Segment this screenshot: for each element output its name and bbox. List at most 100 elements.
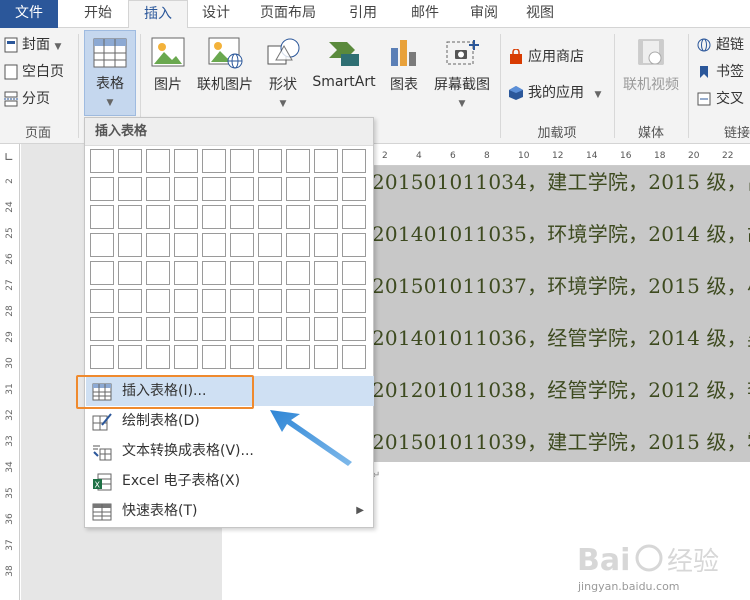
tab-0[interactable]: 文件	[0, 0, 58, 28]
bookmark-button[interactable]: 书签	[696, 61, 744, 83]
table-grid-cell[interactable]	[90, 317, 114, 341]
tab-2[interactable]: 插入	[128, 0, 188, 29]
table-grid-cell[interactable]	[146, 177, 170, 201]
app-store-button[interactable]: 应用商店	[508, 46, 584, 68]
table-grid-cell[interactable]	[286, 177, 310, 201]
table-grid-cell[interactable]	[174, 261, 198, 285]
table-grid-cell[interactable]	[286, 317, 310, 341]
tab-selector-icon[interactable]: ∟	[4, 150, 14, 164]
table-grid-cell[interactable]	[314, 177, 338, 201]
tab-8[interactable]: 视图	[514, 0, 566, 28]
table-grid-cell[interactable]	[202, 177, 226, 201]
online-picture-button[interactable]: 联机图片	[194, 36, 256, 94]
table-grid-cell[interactable]	[146, 205, 170, 229]
table-grid-cell[interactable]	[118, 233, 142, 257]
table-grid-cell[interactable]	[258, 317, 282, 341]
table-grid-cell[interactable]	[342, 233, 366, 257]
table-grid-cell[interactable]	[286, 205, 310, 229]
table-grid-cell[interactable]	[202, 345, 226, 369]
picture-button[interactable]: 图片	[146, 36, 190, 94]
table-grid-cell[interactable]	[258, 149, 282, 173]
table-grid-cell[interactable]	[230, 261, 254, 285]
table-grid-cell[interactable]	[118, 205, 142, 229]
table-grid-cell[interactable]	[146, 345, 170, 369]
tab-4[interactable]: 页面布局	[248, 0, 328, 28]
table-grid-cell[interactable]	[118, 149, 142, 173]
table-grid-cell[interactable]	[286, 233, 310, 257]
table-grid-cell[interactable]	[90, 233, 114, 257]
table-grid-cell[interactable]	[286, 345, 310, 369]
tab-5[interactable]: 引用	[334, 0, 392, 28]
table-grid-cell[interactable]	[90, 177, 114, 201]
tab-3[interactable]: 设计	[190, 0, 242, 28]
menu-item-excel-spreadsheet[interactable]: X Excel 电子表格(X)	[86, 466, 374, 496]
table-grid-cell[interactable]	[314, 345, 338, 369]
table-grid-cell[interactable]	[258, 177, 282, 201]
table-grid-cell[interactable]	[230, 177, 254, 201]
table-grid-cell[interactable]	[342, 149, 366, 173]
table-grid-cell[interactable]	[314, 205, 338, 229]
table-grid-cell[interactable]	[118, 177, 142, 201]
table-grid-cell[interactable]	[118, 289, 142, 313]
cross-reference-button[interactable]: 交叉	[696, 88, 744, 110]
table-grid-cell[interactable]	[174, 233, 198, 257]
table-grid-cell[interactable]	[286, 289, 310, 313]
table-grid-cell[interactable]	[230, 289, 254, 313]
table-grid-cell[interactable]	[230, 317, 254, 341]
table-grid-cell[interactable]	[90, 205, 114, 229]
table-grid-cell[interactable]	[202, 233, 226, 257]
table-grid-cell[interactable]	[314, 289, 338, 313]
table-grid-cell[interactable]	[342, 261, 366, 285]
table-grid-cell[interactable]	[314, 317, 338, 341]
tab-1[interactable]: 开始	[68, 0, 128, 28]
document-line[interactable]: 201501011037，环境学院，2015 级，小	[372, 270, 750, 299]
table-grid-cell[interactable]	[258, 289, 282, 313]
table-grid-cell[interactable]	[286, 149, 310, 173]
table-grid-cell[interactable]	[342, 205, 366, 229]
table-grid-cell[interactable]	[146, 149, 170, 173]
screenshot-button[interactable]: 屏幕截图 ▼	[428, 36, 496, 110]
table-grid-cell[interactable]	[174, 177, 198, 201]
table-grid-cell[interactable]	[202, 289, 226, 313]
shapes-button[interactable]: 形状 ▼	[260, 36, 306, 110]
online-video-button[interactable]: 联机视频	[618, 36, 684, 94]
table-grid-cell[interactable]	[258, 233, 282, 257]
table-grid-cell[interactable]	[314, 149, 338, 173]
my-apps-button[interactable]: 我的应用 ▼	[508, 82, 601, 104]
table-grid-cell[interactable]	[342, 289, 366, 313]
document-line[interactable]: 201501011034，建工学院，2015 级，吕	[372, 166, 750, 195]
table-grid-cell[interactable]	[118, 317, 142, 341]
tab-7[interactable]: 审阅	[458, 0, 510, 28]
chart-button[interactable]: 图表	[382, 36, 426, 94]
table-grid-cell[interactable]	[258, 345, 282, 369]
table-grid-cell[interactable]	[202, 205, 226, 229]
blank-page-button[interactable]: 空白页	[4, 61, 64, 83]
table-grid-cell[interactable]	[202, 149, 226, 173]
cover-page-button[interactable]: 封面 ▼	[4, 34, 61, 56]
table-size-grid[interactable]	[90, 149, 370, 373]
table-grid-cell[interactable]	[174, 149, 198, 173]
table-grid-cell[interactable]	[146, 233, 170, 257]
menu-item-quick-tables[interactable]: 快速表格(T) ▶	[86, 496, 374, 526]
table-grid-cell[interactable]	[314, 233, 338, 257]
table-grid-cell[interactable]	[174, 289, 198, 313]
table-grid-cell[interactable]	[90, 289, 114, 313]
table-grid-cell[interactable]	[118, 261, 142, 285]
table-grid-cell[interactable]	[90, 261, 114, 285]
table-grid-cell[interactable]	[146, 289, 170, 313]
hyperlink-button[interactable]: 超链	[696, 34, 744, 56]
table-grid-cell[interactable]	[230, 233, 254, 257]
tab-6[interactable]: 邮件	[396, 0, 454, 28]
table-grid-cell[interactable]	[174, 345, 198, 369]
table-grid-cell[interactable]	[230, 345, 254, 369]
table-grid-cell[interactable]	[230, 149, 254, 173]
table-grid-cell[interactable]	[314, 261, 338, 285]
table-grid-cell[interactable]	[118, 345, 142, 369]
table-grid-cell[interactable]	[202, 317, 226, 341]
document-line[interactable]: 201501011039，建工学院，2015 级，霍	[372, 426, 750, 455]
table-grid-cell[interactable]	[202, 261, 226, 285]
table-grid-cell[interactable]	[90, 149, 114, 173]
table-button[interactable]: 表格 ▼	[84, 30, 136, 116]
table-grid-cell[interactable]	[342, 177, 366, 201]
table-grid-cell[interactable]	[146, 317, 170, 341]
